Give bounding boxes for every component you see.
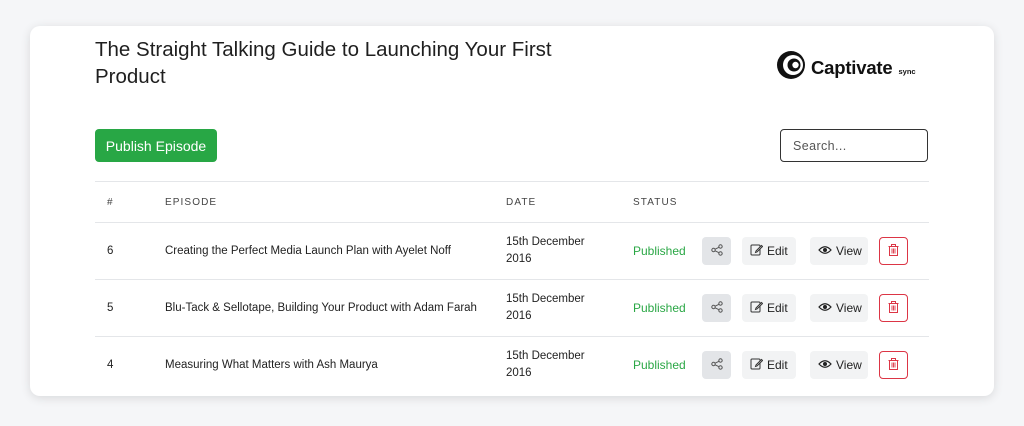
share-button[interactable]: [702, 294, 731, 322]
episode-title: Blu-Tack & Sellotape, Building Your Prod…: [165, 302, 477, 314]
episode-title: Measuring What Matters with Ash Maurya: [165, 359, 378, 371]
eye-icon: [818, 244, 832, 258]
episode-date: 15th December 2016: [506, 350, 585, 379]
view-button[interactable]: View: [810, 351, 868, 379]
share-icon: [710, 300, 723, 316]
share-icon: [710, 243, 723, 259]
share-icon: [710, 357, 723, 373]
view-label: View: [836, 358, 862, 372]
trash-icon: [888, 300, 899, 316]
logo-sub-text: sync: [898, 67, 916, 76]
edit-button[interactable]: Edit: [742, 351, 796, 379]
publish-episode-button[interactable]: Publish Episode: [95, 129, 217, 162]
view-label: View: [836, 244, 862, 258]
delete-button[interactable]: [879, 351, 908, 379]
table-header-row: # EPISODE DATE STATUS: [95, 181, 929, 222]
page-title: The Straight Talking Guide to Launching …: [95, 38, 552, 88]
delete-button[interactable]: [879, 237, 908, 265]
view-label: View: [836, 301, 862, 315]
captivate-logo-icon: [776, 50, 806, 85]
episode-date: 15th December 2016: [506, 236, 585, 265]
header-episode: EPISODE: [165, 196, 218, 208]
eye-icon: [818, 301, 832, 315]
search-input[interactable]: [780, 129, 928, 162]
table-row: 4 Measuring What Matters with Ash Maurya…: [95, 336, 929, 393]
logo-brand-text: Captivate: [811, 56, 893, 78]
episode-title: Creating the Perfect Media Launch Plan w…: [165, 245, 451, 257]
header-date: DATE: [506, 196, 537, 208]
edit-button[interactable]: Edit: [742, 294, 796, 322]
captivate-logo: Captivate sync: [776, 50, 916, 85]
view-button[interactable]: View: [810, 237, 868, 265]
share-button[interactable]: [702, 237, 731, 265]
share-button[interactable]: [702, 351, 731, 379]
header-status: STATUS: [633, 196, 678, 208]
edit-label: Edit: [767, 358, 788, 372]
eye-icon: [818, 358, 832, 372]
edit-icon: [750, 243, 764, 259]
edit-icon: [750, 357, 764, 373]
edit-icon: [750, 300, 764, 316]
episode-number: 5: [107, 302, 114, 314]
trash-icon: [888, 357, 899, 373]
episode-number: 4: [107, 359, 114, 371]
table-row: 5 Blu-Tack & Sellotape, Building Your Pr…: [95, 279, 929, 336]
episode-date: 15th December 2016: [506, 293, 585, 322]
delete-button[interactable]: [879, 294, 908, 322]
episodes-table: # EPISODE DATE STATUS 6 Creating the Per…: [95, 181, 929, 393]
status-badge: Published: [633, 358, 686, 372]
trash-icon: [888, 243, 899, 259]
episodes-card: The Straight Talking Guide to Launching …: [30, 26, 994, 396]
table-row: 6 Creating the Perfect Media Launch Plan…: [95, 222, 929, 279]
episode-number: 6: [107, 245, 114, 257]
edit-label: Edit: [767, 301, 788, 315]
edit-label: Edit: [767, 244, 788, 258]
header-number: #: [107, 196, 114, 208]
status-badge: Published: [633, 244, 686, 258]
edit-button[interactable]: Edit: [742, 237, 796, 265]
view-button[interactable]: View: [810, 294, 868, 322]
status-badge: Published: [633, 301, 686, 315]
